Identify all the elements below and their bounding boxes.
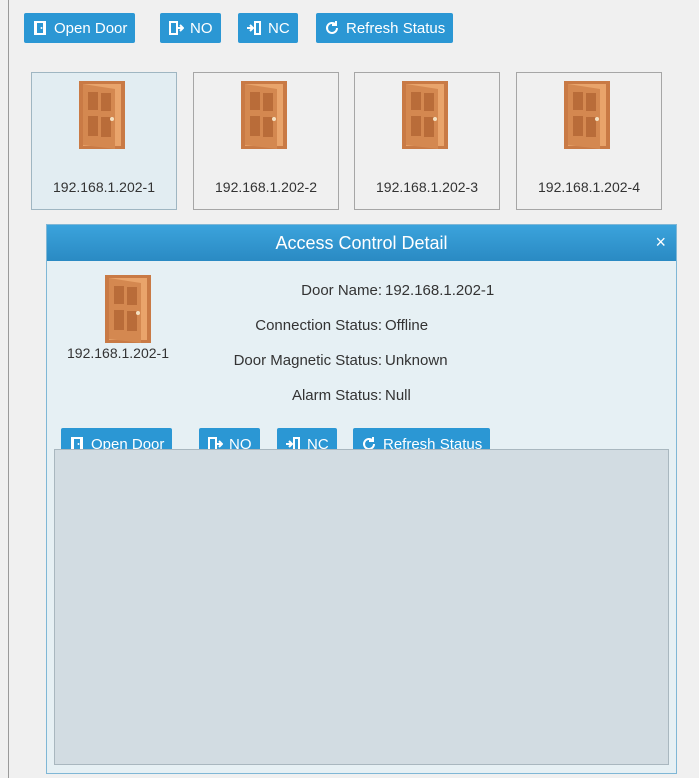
door-icon (239, 81, 291, 151)
door-magnetic-status-value: Unknown (385, 352, 448, 369)
connection-status-key: Connection Status: (255, 317, 382, 334)
open-door-label: Open Door (54, 19, 128, 37)
normally-open-icon (168, 20, 184, 36)
door-icon (400, 81, 452, 151)
nc-button[interactable]: NC (238, 13, 298, 43)
door-label: 192.168.1.202-1 (53, 179, 155, 195)
left-border (8, 0, 9, 778)
door-magnetic-status-key: Door Magnetic Status: (233, 352, 382, 369)
refresh-label: Refresh Status (346, 19, 446, 37)
event-log-area[interactable] (54, 449, 669, 765)
nc-label: NC (268, 19, 290, 37)
alarm-status-key: Alarm Status: (291, 387, 382, 404)
door-icon (562, 81, 614, 151)
door-tile-1[interactable]: 192.168.1.202-1 (31, 72, 177, 210)
door-icon (77, 81, 129, 151)
refresh-icon (324, 20, 340, 36)
door-tile-2[interactable]: 192.168.1.202-2 (193, 72, 339, 210)
open-door-button[interactable]: Open Door (24, 13, 136, 43)
door-name-key: Door Name: (301, 282, 382, 299)
detail-door-label: 192.168.1.202-1 (67, 345, 169, 361)
door-open-icon (32, 20, 48, 36)
no-label: NO (190, 19, 213, 37)
door-label: 192.168.1.202-4 (538, 179, 640, 195)
refresh-status-button[interactable]: Refresh Status (316, 13, 454, 43)
dialog-title: Access Control Detail (47, 225, 676, 261)
door-name-value: 192.168.1.202-1 (385, 282, 495, 299)
alarm-status-value: Null (385, 387, 411, 404)
door-label: 192.168.1.202-2 (215, 179, 317, 195)
no-button[interactable]: NO (160, 13, 221, 43)
door-label: 192.168.1.202-3 (376, 179, 478, 195)
door-tile-3[interactable]: 192.168.1.202-3 (354, 72, 500, 210)
normally-closed-icon (246, 20, 262, 36)
connection-status-value: Offline (385, 317, 429, 334)
door-icon (103, 273, 155, 347)
door-tile-4[interactable]: 192.168.1.202-4 (516, 72, 662, 210)
close-icon[interactable]: × (655, 225, 666, 261)
access-control-detail-dialog: Access Control Detail × 192.168.1.202-1 … (46, 224, 677, 774)
